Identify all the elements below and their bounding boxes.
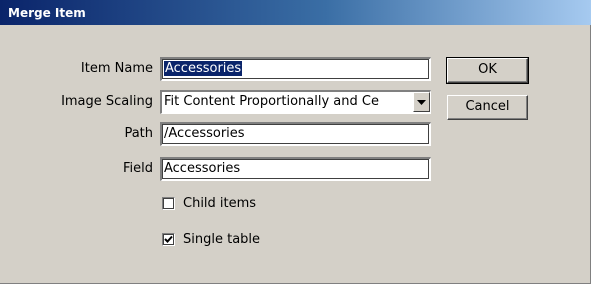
chevron-down-icon[interactable]: [413, 92, 430, 112]
child-items-checkbox[interactable]: [162, 197, 175, 210]
item-name-value: Accessories: [164, 61, 243, 76]
child-items-label: Child items: [183, 196, 257, 211]
path-value: /Accessories: [164, 126, 245, 141]
field-value: Accessories: [164, 161, 241, 176]
item-name-field[interactable]: Accessories: [160, 57, 431, 81]
single-table-label: Single table: [183, 232, 261, 247]
ok-button[interactable]: OK: [446, 57, 529, 84]
path-field[interactable]: /Accessories: [160, 122, 431, 146]
image-scaling-label: Image Scaling: [61, 94, 153, 109]
field-label: Field: [122, 161, 153, 176]
image-scaling-value: Fit Content Proportionally and Ce: [164, 94, 379, 109]
single-table-checkbox[interactable]: [162, 233, 175, 246]
window-title: Merge Item: [8, 5, 86, 20]
image-scaling-select[interactable]: Fit Content Proportionally and Ce: [160, 90, 431, 114]
title-bar[interactable]: Merge Item: [0, 0, 591, 25]
dropdown-arrow-glyph: [417, 99, 426, 105]
merge-item-dialog: Merge Item Item Name Accessories Image S…: [0, 0, 591, 284]
item-name-label: Item Name: [80, 61, 153, 76]
field-field[interactable]: Accessories: [160, 157, 431, 181]
check-icon: [164, 235, 173, 243]
cancel-button[interactable]: Cancel: [447, 95, 528, 120]
child-items-option[interactable]: Child items: [162, 196, 256, 211]
path-label: Path: [124, 126, 153, 141]
single-table-option[interactable]: Single table: [162, 232, 260, 247]
